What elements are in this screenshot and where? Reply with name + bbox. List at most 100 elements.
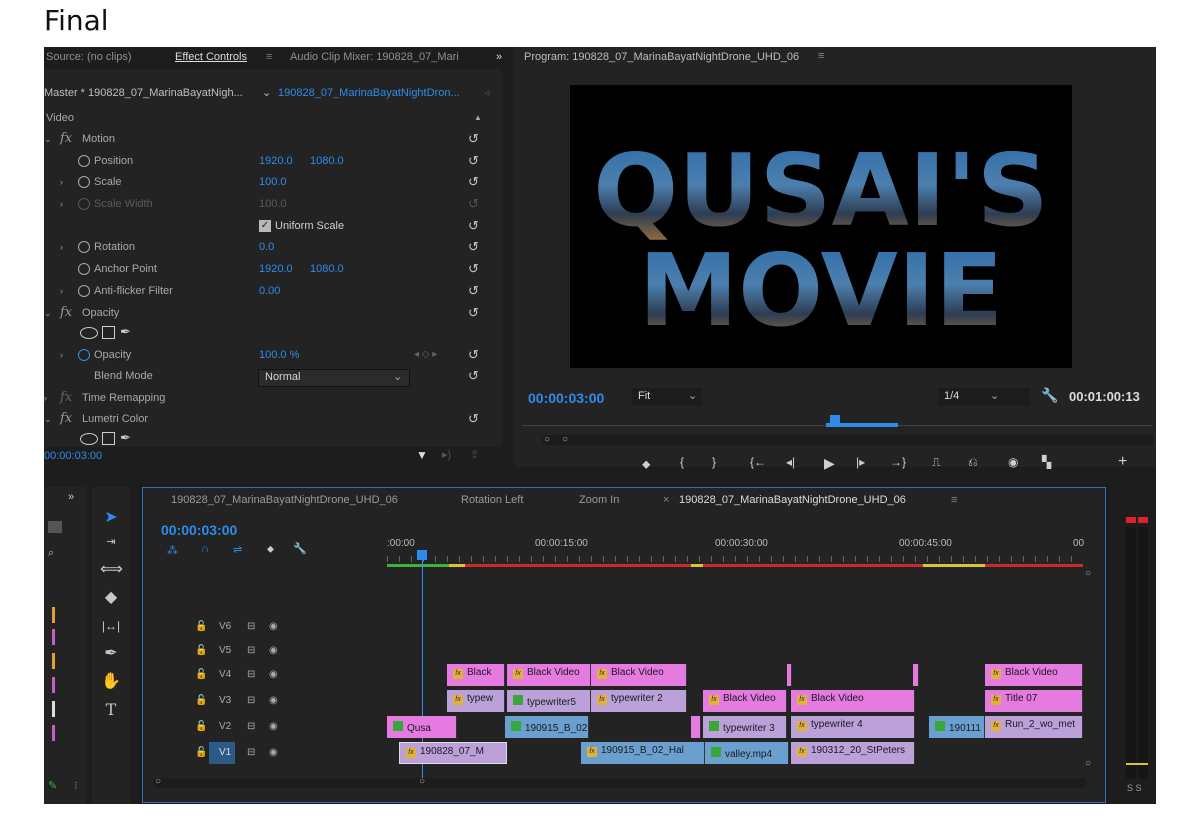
opacity-group-row[interactable]: ⌄ fx Opacity ↺ — [44, 304, 494, 324]
stopwatch-icon[interactable] — [78, 241, 90, 253]
motion-row[interactable]: ⌄ fx Motion ↺ — [44, 130, 494, 150]
collapse-icon[interactable]: ◃ — [484, 86, 490, 99]
pen-mask-icon[interactable]: ✒ — [120, 430, 131, 446]
reset-icon[interactable]: ↺ — [468, 368, 482, 383]
clip-v4[interactable] — [913, 664, 919, 686]
eye-icon[interactable]: ◉ — [269, 721, 278, 732]
search-icon[interactable]: ⌕ — [48, 547, 54, 560]
expand-icon[interactable]: › — [60, 286, 63, 296]
panel-menu-icon[interactable]: ≡ — [951, 494, 957, 506]
wrench-icon[interactable]: 🔧 — [1041, 387, 1058, 404]
anchor-x-value[interactable]: 1920.0 — [259, 263, 293, 275]
program-timecode[interactable]: 00:00:03:00 — [528, 390, 604, 406]
stopwatch-icon[interactable] — [78, 176, 90, 188]
tab-audio-clip-mixer[interactable]: Audio Clip Mixer: 190828_07_Mari — [290, 51, 459, 63]
reset-icon[interactable]: ↺ — [468, 305, 482, 320]
clip-v2[interactable]: fx Run_2_wo_met — [985, 716, 1083, 738]
extract-button[interactable]: ⎌ — [968, 455, 978, 470]
more-panels-icon[interactable]: » — [68, 491, 74, 503]
scroll-handle-right[interactable]: ○ — [419, 776, 425, 787]
fx-icon[interactable]: fx — [60, 305, 72, 320]
clip-v2[interactable]: 190111 — [929, 716, 985, 738]
zoom-scrollbar[interactable] — [542, 435, 1154, 445]
meter-solo-labels[interactable]: S S — [1127, 783, 1142, 793]
ellipse-mask-icon[interactable] — [80, 433, 98, 445]
sync-lock-icon[interactable]: ⊟ — [247, 747, 255, 758]
clip-v4[interactable] — [787, 664, 792, 686]
ellipse-mask-icon[interactable] — [80, 327, 98, 339]
track-header-v3[interactable]: 🔓 V3 ⊟ ◉ — [143, 690, 385, 714]
expand-icon[interactable]: › — [60, 199, 63, 209]
clip-v4[interactable]: fx Black Video — [507, 664, 591, 686]
export-frame-icon[interactable]: ◉ — [1008, 455, 1018, 469]
sync-lock-icon[interactable]: ⊟ — [247, 621, 255, 632]
timeline-scrollbar[interactable] — [153, 778, 1087, 788]
playhead-scrubber[interactable]: ○ ○ — [522, 415, 1154, 445]
selection-tool-icon[interactable]: ➤ — [100, 507, 122, 529]
eye-icon[interactable]: ◉ — [269, 695, 278, 706]
expand-icon[interactable]: ⌄ — [44, 134, 52, 145]
track-select-tool-icon[interactable]: ⇥ — [100, 531, 122, 553]
clip-v1[interactable]: fx 190828_07_M — [399, 742, 507, 764]
clip-v4[interactable]: fx Black — [447, 664, 505, 686]
chevron-down-icon[interactable]: ⌄ — [262, 86, 271, 99]
antiflicker-value[interactable]: 0.00 — [259, 285, 280, 297]
scroll-handle[interactable]: ○ — [1085, 568, 1091, 579]
stopwatch-icon[interactable] — [78, 285, 90, 297]
clip-v1[interactable]: fx 190312_20_StPeters — [791, 742, 915, 764]
play-button[interactable]: ▶ — [824, 455, 835, 472]
scroll-handle-left[interactable]: ○ — [155, 776, 161, 787]
reset-icon[interactable]: ↺ — [468, 131, 482, 146]
nest-icon[interactable]: ⁂ — [167, 544, 178, 557]
keyframe-navigator-icon[interactable]: ◂ ◇ ▸ — [414, 349, 437, 360]
clip-v2[interactable]: Qusa — [387, 716, 457, 738]
reset-icon[interactable]: ↺ — [468, 411, 482, 426]
rotation-value[interactable]: 0.0 — [259, 241, 274, 253]
panel-menu-icon[interactable]: ≡ — [818, 50, 824, 62]
resolution-select[interactable]: 1/4 ⌄ — [938, 388, 1030, 406]
lock-icon[interactable]: 🔓 — [195, 747, 207, 758]
tab-active-sequence[interactable]: 190828_07_MarinaBayatNightDrone_UHD_06 — [679, 494, 906, 506]
tab-zoom-in[interactable]: Zoom In — [579, 494, 619, 506]
expand-icon[interactable]: › — [60, 350, 63, 360]
sync-lock-icon[interactable]: ⊟ — [247, 669, 255, 680]
wrench-icon[interactable]: 🔧 — [293, 542, 307, 555]
tab-rotation-left[interactable]: Rotation Left — [461, 494, 523, 506]
folder-icon[interactable] — [48, 521, 62, 533]
go-to-out-button[interactable]: →} — [890, 455, 906, 469]
clip-v3[interactable]: fx Title 07 — [985, 690, 1083, 712]
clip-v3[interactable]: fx Black Video — [703, 690, 787, 712]
lock-icon[interactable]: 🔓 — [195, 645, 207, 656]
expand-icon[interactable]: › — [60, 242, 63, 252]
lumetri-row[interactable]: ⌄ fx Lumetri Color ↺ — [44, 410, 494, 430]
fx-icon[interactable]: fx — [60, 411, 72, 426]
add-marker-icon[interactable]: ⬥ — [267, 544, 274, 555]
expand-icon[interactable]: ⌄ — [44, 414, 52, 425]
clip-v3[interactable]: fx typew — [447, 690, 505, 712]
tab-source[interactable]: Source: (no clips) — [46, 51, 132, 63]
lock-icon[interactable]: 🔓 — [195, 669, 207, 680]
clip-v2[interactable] — [691, 716, 701, 738]
footer-timecode[interactable]: 00:00:03:00 — [44, 450, 102, 462]
clip-v1[interactable]: valley.mp4 — [705, 742, 789, 764]
close-tab-icon[interactable]: × — [663, 494, 669, 506]
filter-icon[interactable]: ▼ — [416, 448, 428, 462]
razor-tool-icon[interactable]: ◆ — [100, 587, 122, 609]
clip-v3[interactable]: fx typewriter 2 — [591, 690, 687, 712]
position-y-value[interactable]: 1080.0 — [310, 155, 344, 167]
compare-view-icon[interactable]: ▚ — [1042, 455, 1051, 469]
expand-icon[interactable]: › — [60, 177, 63, 187]
tab-effect-controls[interactable]: Effect Controls — [175, 51, 247, 63]
sync-lock-icon[interactable]: ⊟ — [247, 721, 255, 732]
sync-lock-icon[interactable]: ⊟ — [247, 645, 255, 656]
lift-button[interactable]: ⎍ — [932, 455, 940, 470]
program-monitor-title[interactable]: Program: 190828_07_MarinaBayatNightDrone… — [524, 51, 799, 63]
clip-v1[interactable]: fx 190915_B_02_Hal — [581, 742, 705, 764]
linked-selection-icon[interactable]: ⇌ — [233, 543, 242, 556]
master-clip-label[interactable]: Master * 190828_07_MarinaBayatNigh... — [44, 87, 243, 99]
sequence-clip-label[interactable]: 190828_07_MarinaBayatNightDron... — [278, 87, 460, 99]
stopwatch-icon[interactable] — [78, 263, 90, 275]
playhead-handle[interactable] — [830, 415, 840, 425]
zoom-select[interactable]: Fit ⌄ — [632, 388, 702, 406]
reset-icon[interactable]: ↺ — [468, 261, 482, 276]
